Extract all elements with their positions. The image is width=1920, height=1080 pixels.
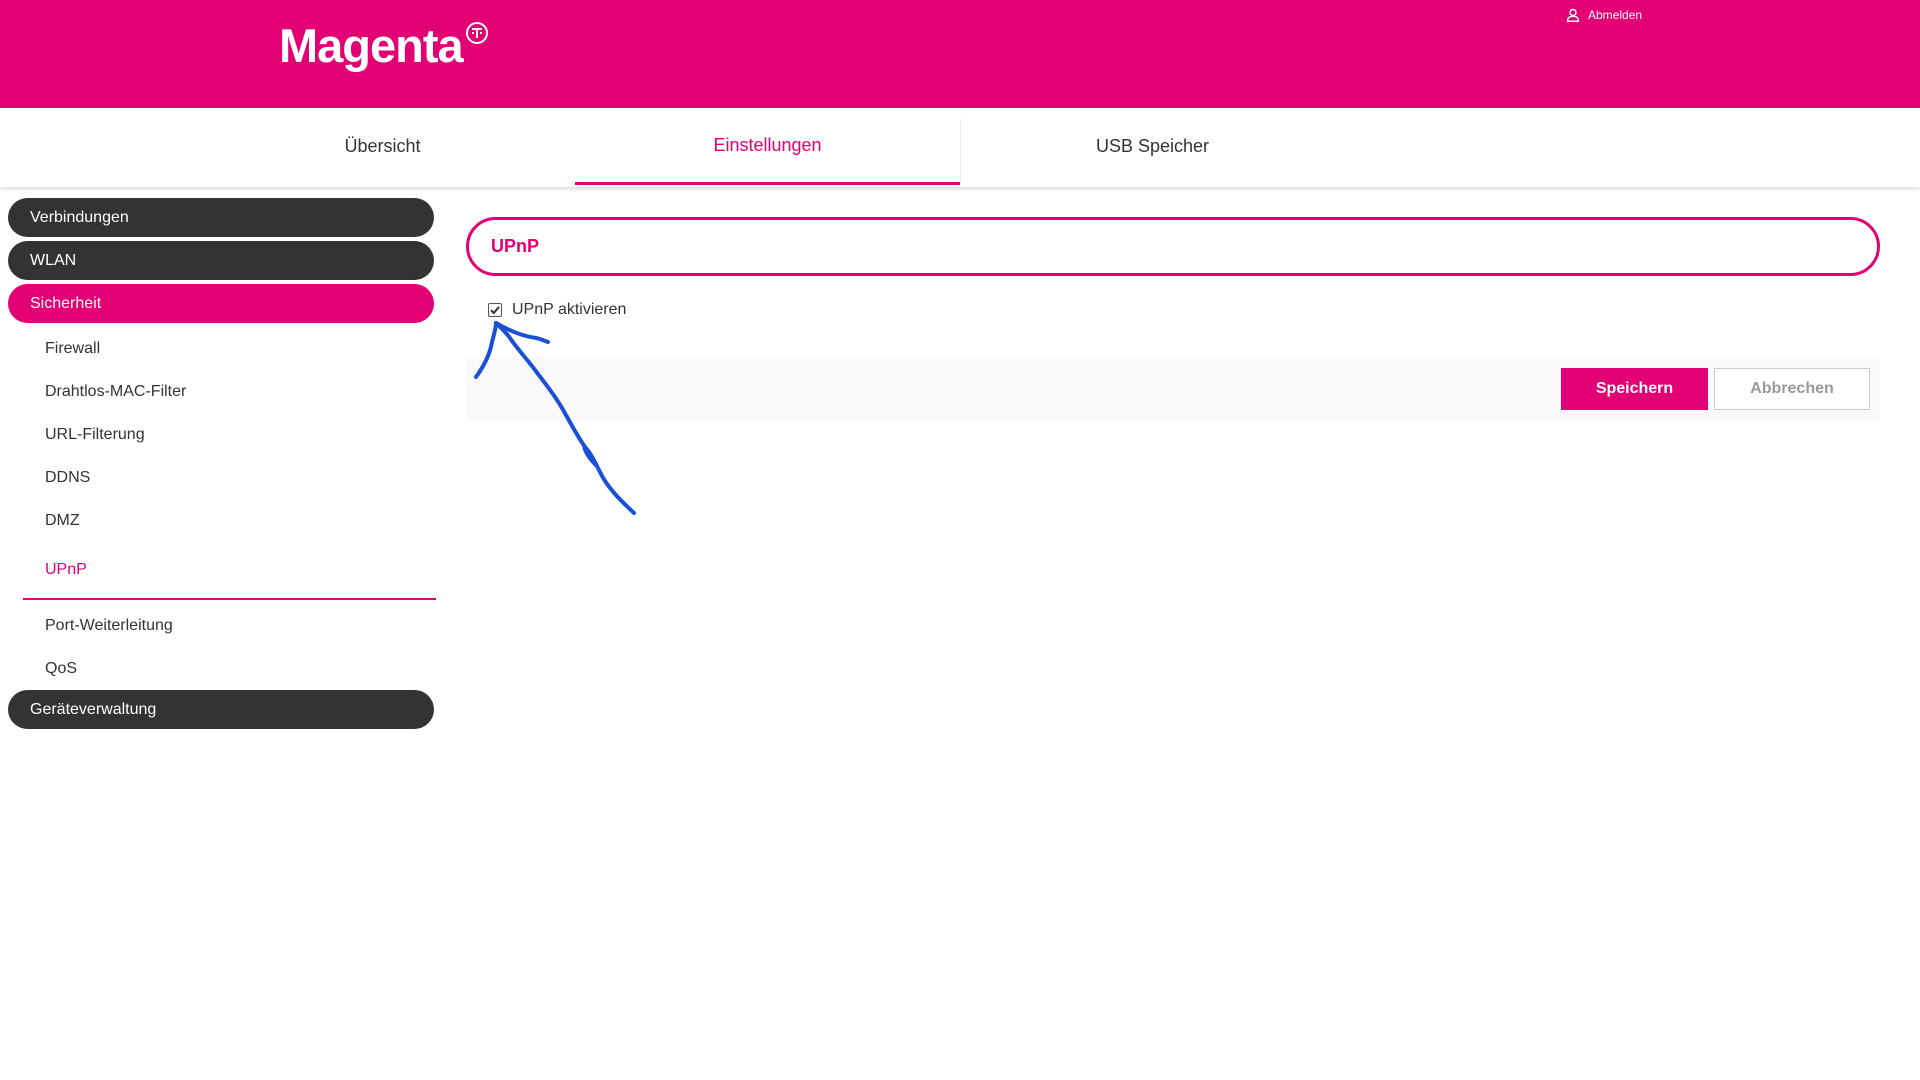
logo-text: Magenta xyxy=(279,19,464,72)
tab-label: Einstellungen xyxy=(713,134,822,155)
submenu-item-label: UPnP xyxy=(45,561,87,578)
submenu-item-label: DDNS xyxy=(45,468,91,486)
header-bar: Magenta Abmelden xyxy=(0,0,1920,108)
submenu-item-label: Firewall xyxy=(45,339,101,357)
submenu-item-mac-filter[interactable]: Drahtlos-MAC-Filter xyxy=(8,370,436,413)
action-bar: Speichern Abbrechen xyxy=(466,357,1880,421)
submenu-item-port-weiterleitung[interactable]: Port-Weiterleitung xyxy=(8,604,436,647)
sidebar-item-label: Verbindungen xyxy=(30,208,129,226)
sidebar-item-label: Sicherheit xyxy=(30,294,102,312)
upnp-enable-label[interactable]: UPnP aktivieren xyxy=(512,301,626,319)
sidebar: Verbindungen WLAN Sicherheit Firewall Dr… xyxy=(8,198,436,733)
top-navigation: Übersicht Einstellungen USB Speicher xyxy=(0,108,1920,187)
tab-uebersicht[interactable]: Übersicht xyxy=(190,108,575,185)
submenu-item-qos[interactable]: QoS xyxy=(8,647,436,690)
telekom-t-icon xyxy=(465,22,488,44)
user-icon xyxy=(1566,8,1580,22)
submenu-item-label: QoS xyxy=(45,659,78,677)
sicherheit-submenu: Firewall Drahtlos-MAC-Filter URL-Filteru… xyxy=(8,327,436,690)
submenu-item-ddns[interactable]: DDNS xyxy=(8,456,436,499)
logout-button[interactable]: Abmelden xyxy=(1566,8,1642,22)
section-title: UPnP xyxy=(491,236,540,256)
sidebar-item-label: WLAN xyxy=(30,251,77,269)
logout-label: Abmelden xyxy=(1588,8,1643,22)
sidebar-item-verbindungen[interactable]: Verbindungen xyxy=(8,198,434,237)
tab-einstellungen[interactable]: Einstellungen xyxy=(575,108,960,185)
magenta-logo[interactable]: Magenta xyxy=(279,20,488,72)
checkmark-icon xyxy=(490,306,500,315)
save-button[interactable]: Speichern xyxy=(1561,368,1708,410)
submenu-item-dmz[interactable]: DMZ xyxy=(8,499,436,542)
submenu-item-label: Port-Weiterleitung xyxy=(45,616,173,634)
submenu-item-label: URL-Filterung xyxy=(45,425,145,443)
tab-label: USB Speicher xyxy=(1095,136,1210,156)
sidebar-item-geraeteverwaltung[interactable]: Geräteverwaltung xyxy=(8,690,434,729)
cancel-button[interactable]: Abbrechen xyxy=(1714,368,1870,410)
submenu-item-label: Drahtlos-MAC-Filter xyxy=(45,382,187,400)
upnp-enable-checkbox[interactable] xyxy=(488,303,502,317)
upnp-enable-row: UPnP aktivieren xyxy=(488,301,626,319)
section-header-upnp: UPnP xyxy=(466,217,1880,276)
submenu-item-firewall[interactable]: Firewall xyxy=(8,327,436,370)
submenu-item-url-filterung[interactable]: URL-Filterung xyxy=(8,413,436,456)
tab-label: Übersicht xyxy=(344,136,421,156)
submenu-item-upnp[interactable]: UPnP xyxy=(23,542,436,600)
submenu-item-label: DMZ xyxy=(45,511,80,529)
sidebar-item-wlan[interactable]: WLAN xyxy=(8,241,434,280)
sidebar-item-label: Geräteverwaltung xyxy=(30,700,157,718)
tab-usb-speicher[interactable]: USB Speicher xyxy=(960,108,1345,185)
sidebar-item-sicherheit[interactable]: Sicherheit xyxy=(8,284,434,323)
